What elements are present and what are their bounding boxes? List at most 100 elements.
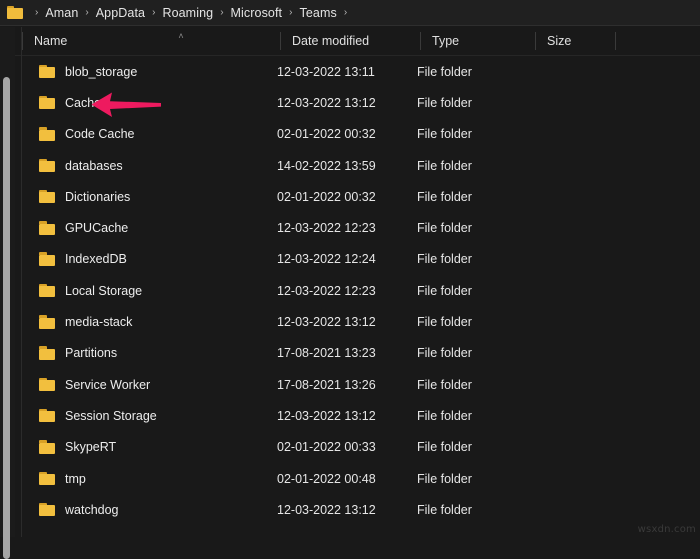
type-cell: File folder <box>417 158 472 173</box>
file-name-cell: Service Worker <box>65 377 151 392</box>
type-cell: File folder <box>417 127 472 142</box>
breadcrumb-item-roaming[interactable]: Roaming <box>161 5 214 21</box>
table-row[interactable]: media-stack 12-03-2022 13:12 File folder <box>22 306 700 337</box>
file-list[interactable]: blob_storage 12-03-2022 13:11 File folder C… <box>22 56 700 537</box>
breadcrumb-separator: › <box>343 7 348 18</box>
column-header-size[interactable]: Size <box>535 27 615 55</box>
date-modified-cell: 02-01-2022 00:32 <box>277 189 376 204</box>
table-row[interactable]: databases 14-02-2022 13:59 File folder <box>22 150 700 181</box>
column-header-type[interactable]: Type <box>420 27 535 55</box>
folder-icon <box>39 127 56 141</box>
type-cell: File folder <box>417 502 472 517</box>
table-row[interactable]: Code Cache 02-01-2022 00:32 File folder <box>22 119 700 150</box>
file-name-cell: databases <box>65 158 123 173</box>
column-divider <box>615 32 616 50</box>
column-divider <box>420 32 421 50</box>
folder-icon <box>39 315 56 329</box>
folder-icon <box>39 158 56 173</box>
type-cell: File folder <box>417 346 472 361</box>
table-row[interactable]: Local Storage 12-03-2022 12:23 File folder <box>22 275 700 306</box>
date-modified-cell: 02-01-2022 00:48 <box>277 471 376 486</box>
folder-icon <box>39 283 56 298</box>
file-explorer-window: › Aman › AppData › Roaming › Microsoft ›… <box>0 0 700 559</box>
file-name-cell: blob_storage <box>65 64 138 79</box>
column-header-type-label: Type <box>432 34 460 48</box>
file-name-cell: IndexedDB <box>65 252 127 267</box>
folder-icon <box>7 5 24 20</box>
folder-icon <box>39 502 56 517</box>
breadcrumb-separator: › <box>152 7 156 18</box>
column-divider <box>535 32 536 50</box>
date-modified-cell: 12-03-2022 12:24 <box>277 252 376 267</box>
vertical-scrollbar[interactable] <box>0 27 15 559</box>
column-header-name-label: Name <box>34 34 68 48</box>
type-cell: File folder <box>417 471 472 486</box>
file-name-cell: Session Storage <box>65 408 157 423</box>
date-modified-cell: 12-03-2022 13:12 <box>277 315 376 330</box>
table-row[interactable]: GPUCache 12-03-2022 12:23 File folder <box>22 212 700 243</box>
breadcrumb-separator: › <box>289 7 293 18</box>
column-header-spacer <box>615 27 635 55</box>
breadcrumb-item-teams[interactable]: Teams <box>298 5 337 21</box>
table-row[interactable]: Dictionaries 02-01-2022 00:32 File folder <box>22 181 700 212</box>
type-cell: File folder <box>417 64 472 79</box>
type-cell: File folder <box>417 283 472 298</box>
scrollbar-thumb[interactable] <box>3 77 10 559</box>
file-name-cell: Local Storage <box>65 283 143 298</box>
table-row[interactable]: Cache 12-03-2022 13:12 File folder <box>22 87 700 118</box>
column-header-size-label: Size <box>547 34 572 48</box>
table-row[interactable]: watchdog 12-03-2022 13:12 File folder <box>22 494 700 525</box>
date-modified-cell: 02-01-2022 00:33 <box>277 440 376 455</box>
column-header-name[interactable]: Name ˄ <box>22 27 280 55</box>
column-header-date-modified[interactable]: Date modified <box>280 27 420 55</box>
folder-icon <box>39 408 56 423</box>
file-name-cell: Dictionaries <box>65 189 131 204</box>
date-modified-cell: 12-03-2022 13:12 <box>277 95 376 110</box>
type-cell: File folder <box>417 95 472 110</box>
date-modified-cell: 12-03-2022 12:23 <box>277 221 376 236</box>
column-header-date-modified-label: Date modified <box>292 34 370 48</box>
folder-icon <box>39 189 56 204</box>
folder-icon <box>39 221 56 235</box>
folder-icon <box>39 471 56 486</box>
date-modified-cell: 12-03-2022 12:23 <box>277 283 376 298</box>
type-cell: File folder <box>417 377 472 392</box>
file-name-cell: GPUCache <box>65 221 129 236</box>
date-modified-cell: 02-01-2022 00:32 <box>277 127 376 142</box>
type-cell: File folder <box>417 252 472 267</box>
table-row[interactable]: Session Storage 12-03-2022 13:12 File fold… <box>22 400 700 431</box>
breadcrumb-separator: › <box>35 7 39 18</box>
watermark: wsxdn.com <box>637 524 696 535</box>
table-row[interactable]: tmp 02-01-2022 00:48 File folder <box>22 463 700 494</box>
file-name-cell: tmp <box>65 471 86 486</box>
table-row[interactable]: SkypeRT 02-01-2022 00:33 File folder <box>22 432 700 463</box>
date-modified-cell: 12-03-2022 13:11 <box>277 64 375 79</box>
file-name-cell: SkypeRT <box>65 440 117 455</box>
table-row[interactable]: blob_storage 12-03-2022 13:11 File folder <box>22 56 700 87</box>
type-cell: File folder <box>417 189 472 204</box>
table-row[interactable]: IndexedDB 12-03-2022 12:24 File folder <box>22 244 700 275</box>
breadcrumb-separator: › <box>85 7 89 18</box>
file-name-cell: Partitions <box>65 346 118 361</box>
file-name-cell: Code Cache <box>65 127 135 142</box>
column-divider <box>280 32 281 50</box>
type-cell: File folder <box>417 440 472 455</box>
folder-icon <box>39 346 56 360</box>
table-row[interactable]: Partitions 17-08-2021 13:23 File folder <box>22 338 700 369</box>
date-modified-cell: 12-03-2022 13:12 <box>277 408 376 423</box>
column-divider <box>22 32 23 50</box>
date-modified-cell: 17-08-2021 13:26 <box>277 377 376 392</box>
type-cell: File folder <box>417 408 472 423</box>
type-cell: File folder <box>417 315 472 330</box>
breadcrumb-bar[interactable]: › Aman › AppData › Roaming › Microsoft ›… <box>0 0 700 26</box>
file-name-cell: watchdog <box>65 502 119 517</box>
sort-ascending-caret-icon: ˄ <box>178 31 184 41</box>
folder-icon <box>39 440 56 454</box>
breadcrumb-item-microsoft[interactable]: Microsoft <box>230 5 284 21</box>
file-name-cell: media-stack <box>65 315 133 330</box>
breadcrumb-item-appdata[interactable]: AppData <box>95 5 146 21</box>
breadcrumb-item-aman[interactable]: Aman <box>44 5 79 21</box>
type-cell: File folder <box>417 221 472 236</box>
date-modified-cell: 12-03-2022 13:12 <box>277 502 376 517</box>
table-row[interactable]: Service Worker 17-08-2021 13:26 File folde… <box>22 369 700 400</box>
